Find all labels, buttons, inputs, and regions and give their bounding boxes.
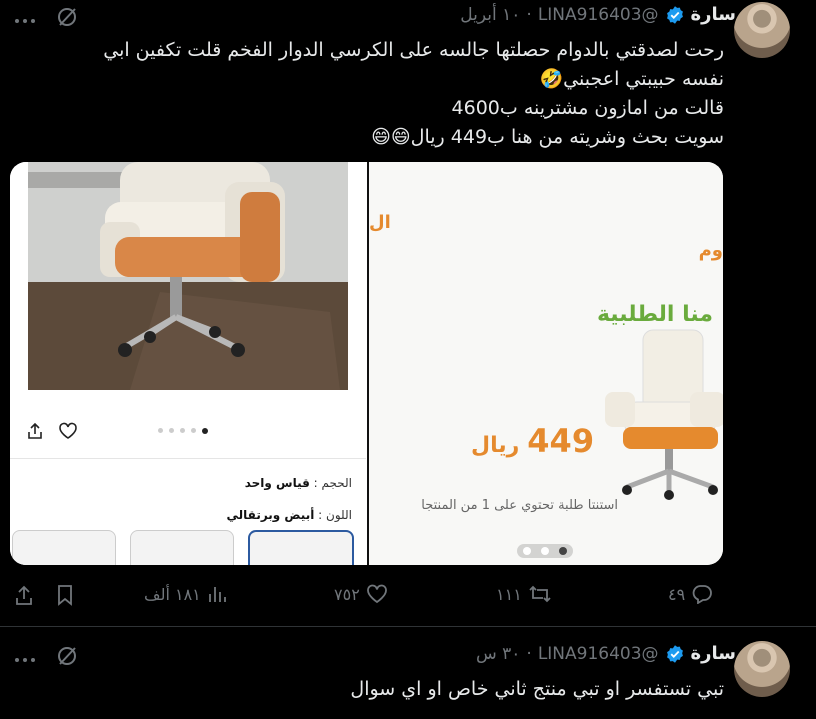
- retweet-count: ١١١: [496, 584, 522, 604]
- share-icon[interactable]: [14, 584, 34, 610]
- tweet-top-icons: [14, 6, 78, 32]
- carousel-dots: [517, 544, 573, 558]
- divider: [10, 458, 366, 459]
- price-block: 449 ريال: [471, 422, 594, 460]
- verified-icon: [666, 5, 683, 24]
- partial-text-top2: وم: [698, 240, 723, 261]
- partial-text-top: ال: [369, 212, 391, 233]
- carousel-dots: [158, 428, 208, 434]
- tweet-text: رحت لصدقتي بالدوام حصلتها جالسه على الكر…: [103, 36, 724, 152]
- grok-icon[interactable]: [56, 645, 78, 671]
- author-name[interactable]: سارة: [691, 643, 736, 664]
- color-row: اللون : أبيض وبرتقالي: [227, 508, 352, 522]
- size-row: الحجم : قياس واحد: [245, 476, 352, 490]
- tweet-line: رحت لصدقتي بالدوام حصلتها جالسه على الكر…: [103, 39, 724, 61]
- views-icon: [208, 587, 226, 602]
- tweet-1[interactable]: سارة @LINA916403 · ١٠ أبريل رحت لصدقتي ب…: [0, 0, 816, 626]
- grok-icon[interactable]: [56, 6, 78, 32]
- media-image-ad[interactable]: ال وم منا الطلبية 449 ريال استنتا طلبة ت…: [369, 162, 723, 565]
- more-icon[interactable]: [14, 10, 36, 29]
- like-button[interactable]: ٧٥٢: [334, 584, 388, 604]
- price-currency: ريال: [471, 433, 520, 458]
- tweet-line: سويت بحث وشريته من هنا ب449 ريال😄😄: [371, 126, 724, 148]
- author-handle[interactable]: @LINA916403: [538, 5, 659, 25]
- color-option-selected[interactable]: [248, 530, 354, 565]
- bookmark-icon[interactable]: [56, 584, 74, 610]
- like-count: ٧٥٢: [334, 584, 360, 604]
- tweet-2[interactable]: سارة @LINA916403 · ٣٠ س تبي تستفسر او تب…: [0, 627, 816, 719]
- avatar[interactable]: [734, 2, 790, 58]
- color-label: اللون :: [318, 508, 352, 522]
- chair-photo: [28, 162, 348, 565]
- tweet-header: سارة @LINA916403 · ١٠ أبريل: [460, 4, 736, 25]
- size-value: قياس واحد: [244, 476, 310, 490]
- share-icon[interactable]: [26, 422, 44, 440]
- color-option[interactable]: [12, 530, 116, 565]
- tweet-media[interactable]: الحجم : قياس واحد اللون : أبيض وبرتقالي …: [10, 162, 723, 565]
- tweet-line: قالت من امازون مشترينه ب4600: [451, 97, 724, 119]
- media-image-product-page[interactable]: الحجم : قياس واحد اللون : أبيض وبرتقالي: [10, 162, 366, 565]
- tweet-line: نفسه حبيبتي اعجبني🤣: [539, 68, 724, 90]
- tweet-text: تبي تستفسر او تبي منتج ثاني خاص او اي سو…: [350, 678, 724, 700]
- retweet-icon: [529, 585, 551, 603]
- more-icon[interactable]: [14, 649, 36, 668]
- tweet-time[interactable]: ٣٠ س: [476, 644, 520, 664]
- tweet-time[interactable]: ١٠ أبريل: [460, 5, 520, 25]
- reply-button[interactable]: ٤٩: [668, 584, 713, 604]
- avatar[interactable]: [734, 641, 790, 697]
- heart-icon[interactable]: [58, 422, 78, 440]
- reply-icon: [692, 585, 713, 604]
- tweet-actions: ٤٩ ١١١ ٧٥٢ ١٨١ ألف: [0, 578, 816, 614]
- separator-dot: ·: [526, 4, 532, 25]
- like-icon: [366, 584, 387, 604]
- reply-count: ٤٩: [668, 584, 686, 604]
- price-value: 449: [527, 422, 595, 460]
- verified-icon: [666, 644, 683, 663]
- ad-note: استنتا طلبة تحتوي على 1 من المنتجا: [421, 498, 618, 513]
- chair-illustration: [605, 329, 723, 500]
- color-value: أبيض وبرتقالي: [226, 508, 315, 522]
- author-handle[interactable]: @LINA916403: [538, 644, 659, 664]
- size-label: الحجم :: [313, 476, 352, 490]
- author-name[interactable]: سارة: [691, 4, 736, 25]
- tweet-header: سارة @LINA916403 · ٣٠ س: [476, 643, 736, 664]
- tweet-top-icons: [14, 645, 78, 671]
- views-count: ١٨١ ألف: [144, 584, 201, 604]
- separator-dot: ·: [526, 643, 532, 664]
- color-option[interactable]: [130, 530, 234, 565]
- views-button[interactable]: ١٨١ ألف: [144, 584, 227, 604]
- retweet-button[interactable]: ١١١: [496, 584, 552, 604]
